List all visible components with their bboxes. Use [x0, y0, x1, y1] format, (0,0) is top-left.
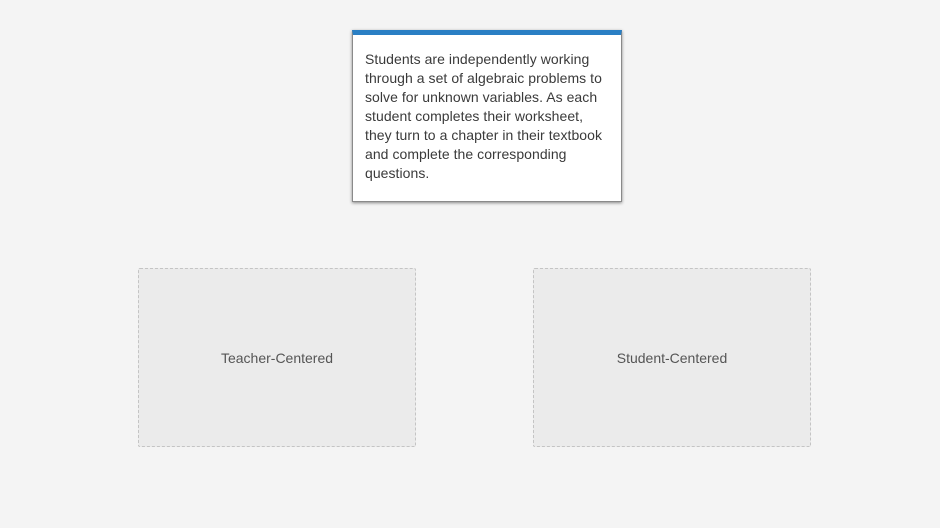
draggable-scenario-card[interactable]: Students are independently working throu…: [352, 30, 622, 202]
drop-zone-label: Teacher-Centered: [220, 349, 334, 366]
drop-zone-student-centered[interactable]: Student-Centered: [533, 268, 811, 447]
drop-zone-label: Student-Centered: [616, 349, 728, 366]
scenario-text: Students are independently working throu…: [365, 51, 603, 181]
drop-zone-teacher-centered[interactable]: Teacher-Centered: [138, 268, 416, 447]
